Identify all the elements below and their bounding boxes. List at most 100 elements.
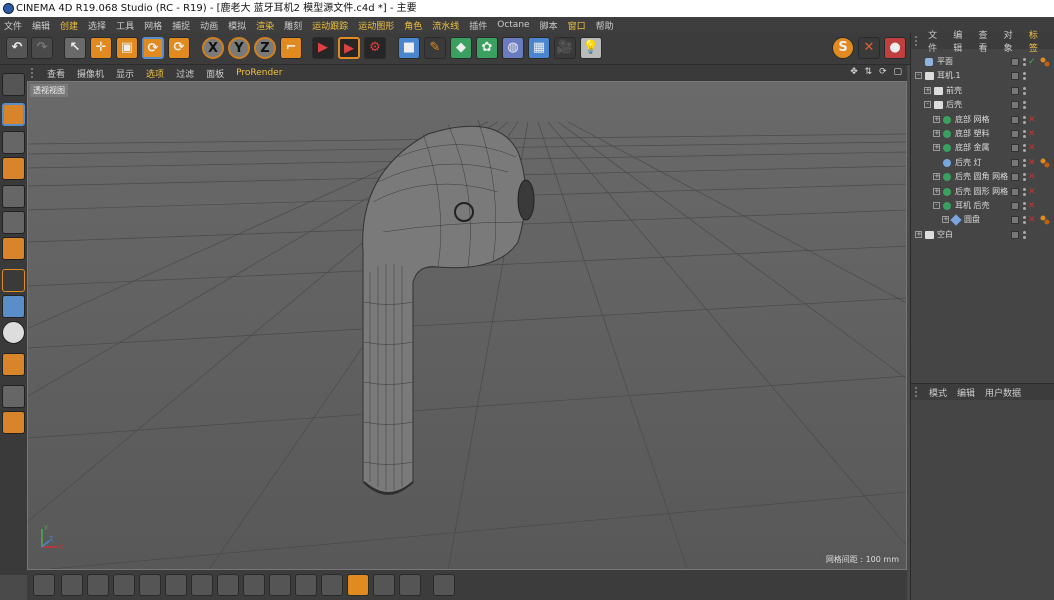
render-visibility-dot[interactable] — [1023, 207, 1026, 210]
object-row[interactable]: - 耳机.1 — [911, 69, 1054, 83]
editor-visibility-dot[interactable] — [1023, 202, 1026, 205]
layout-icon[interactable]: ● — [884, 37, 906, 59]
edges-mode-icon[interactable] — [2, 211, 25, 234]
layer-tag-icon[interactable] — [1011, 173, 1019, 182]
render-visibility-dot[interactable] — [1023, 221, 1026, 225]
recent-tool-icon[interactable]: ⟳ — [168, 37, 190, 59]
mirror-icon[interactable] — [61, 574, 83, 596]
editor-visibility-dot[interactable] — [1023, 86, 1026, 90]
editor-visibility-dot[interactable] — [1023, 173, 1026, 177]
rotate-icon[interactable]: ⟳ — [142, 37, 164, 59]
viewport-menu-filter[interactable]: 过滤 — [176, 67, 194, 80]
disabled-x-icon[interactable]: ✕ — [1028, 199, 1036, 213]
object-row[interactable]: + 空白 — [911, 228, 1054, 242]
editor-visibility-dot[interactable] — [1023, 216, 1026, 220]
render-visibility-dot[interactable] — [1023, 135, 1026, 138]
scale-icon[interactable]: ▣ — [116, 37, 138, 59]
redo-icon[interactable]: ↷ — [31, 37, 53, 59]
render-visibility-dot[interactable] — [1023, 178, 1026, 182]
editor-visibility-dot[interactable] — [1023, 144, 1026, 148]
menu-simulate[interactable]: 模拟 — [228, 19, 246, 32]
render-visibility-dot[interactable] — [1023, 77, 1026, 81]
object-row[interactable]: + 底部 金属 ✕ — [911, 141, 1054, 155]
editor-visibility-dot[interactable] — [1023, 101, 1026, 105]
render-picture-viewer-icon[interactable]: ▶ — [338, 37, 360, 59]
tab-file[interactable]: 文件 — [928, 28, 943, 54]
make-editable-icon[interactable] — [2, 73, 25, 96]
enabled-check-icon[interactable]: ✓ — [1028, 55, 1036, 69]
camera-icon[interactable]: 🎥 — [554, 37, 576, 59]
cube-end-icon[interactable] — [433, 574, 455, 596]
render-visibility-dot[interactable] — [1023, 149, 1026, 153]
render-visibility-dot[interactable] — [1023, 120, 1026, 124]
arrow-right-icon[interactable] — [321, 574, 343, 596]
z-axis-lock-icon[interactable]: Z — [254, 37, 276, 59]
object-row[interactable]: + 前壳 — [911, 84, 1054, 98]
layer-tag-icon[interactable] — [1011, 230, 1019, 239]
layer-tag-icon[interactable] — [1011, 144, 1019, 153]
disabled-x-icon[interactable]: ✕ — [1028, 113, 1036, 127]
editor-visibility-dot[interactable] — [1023, 58, 1026, 61]
cube-wire-icon[interactable] — [373, 574, 395, 596]
viewport-nav-icons[interactable]: ✥ ⇅ ⟳ ▢ — [850, 67, 904, 77]
render-visibility-dot[interactable] — [1023, 106, 1026, 110]
cube-outline-4-icon[interactable] — [217, 574, 239, 596]
cube-outline-icon[interactable] — [87, 574, 109, 596]
layer-tag-icon[interactable] — [1011, 115, 1019, 124]
panel-grip[interactable] — [31, 68, 39, 78]
locked-workplane-icon[interactable] — [2, 411, 25, 434]
viewport-menu-camera[interactable]: 摄像机 — [77, 67, 104, 80]
snap-s-icon[interactable] — [2, 321, 25, 344]
object-row[interactable]: + 底部 网格 ✕ — [911, 113, 1054, 127]
render-view-icon[interactable]: ▶ — [312, 37, 334, 59]
arrows-icon[interactable] — [295, 574, 317, 596]
render-visibility-dot[interactable] — [1023, 192, 1026, 196]
deformer-icon[interactable]: ◍ — [502, 37, 524, 59]
tree-toggle-icon[interactable]: + — [915, 230, 922, 238]
menu-file[interactable]: 文件 — [4, 19, 22, 32]
object-row[interactable]: + 圆盘 ✕ — [911, 213, 1054, 227]
light-icon[interactable]: 💡 — [580, 37, 602, 59]
polygons-mode-icon[interactable] — [2, 237, 25, 260]
tree-toggle-icon[interactable]: + — [933, 173, 940, 181]
menu-plugins[interactable]: 插件 — [469, 19, 487, 32]
cube-outline-3-icon[interactable] — [139, 574, 161, 596]
disabled-x-icon[interactable]: ✕ — [1028, 127, 1036, 141]
move-icon[interactable]: ✛ — [90, 37, 112, 59]
menu-select[interactable]: 选择 — [88, 19, 106, 32]
render-visibility-dot[interactable] — [1023, 63, 1026, 66]
menu-snap[interactable]: 捕捉 — [172, 19, 190, 32]
disabled-x-icon[interactable]: ✕ — [1028, 141, 1036, 155]
menu-window[interactable]: 窗口 — [568, 19, 586, 32]
tab-edit[interactable]: 编辑 — [953, 28, 968, 54]
workplane-lock-icon[interactable] — [2, 385, 25, 408]
tab-tags[interactable]: 标签 — [1029, 28, 1044, 54]
layer-tag-icon[interactable] — [1011, 158, 1019, 167]
editor-visibility-dot[interactable] — [1023, 187, 1026, 191]
coordinate-system-icon[interactable]: ⌐ — [280, 37, 302, 59]
menu-octane[interactable]: Octane — [497, 20, 529, 30]
menu-character[interactable]: 角色 — [404, 19, 422, 32]
tree-toggle-icon[interactable]: - — [924, 101, 931, 109]
disabled-x-icon[interactable]: ✕ — [1028, 170, 1036, 184]
layer-tag-icon[interactable] — [1011, 72, 1019, 81]
render-settings-icon[interactable]: ⚙ — [364, 37, 386, 59]
attr-panel-grip[interactable] — [915, 387, 923, 397]
object-row[interactable]: + 后壳 圆形 网格 ✕ — [911, 185, 1054, 199]
magnet-icon[interactable] — [2, 353, 25, 376]
tree-toggle-icon[interactable]: + — [942, 216, 949, 224]
menu-animate[interactable]: 动画 — [200, 19, 218, 32]
attr-tab-mode[interactable]: 模式 — [929, 386, 947, 399]
texture-mode-icon[interactable] — [2, 131, 25, 154]
object-row[interactable]: - 耳机 后壳 ✕ — [911, 199, 1054, 213]
tweak-mode-icon[interactable] — [2, 295, 25, 318]
menu-render[interactable]: 渲染 — [256, 19, 274, 32]
menu-pipeline[interactable]: 流水线 — [432, 19, 459, 32]
object-row[interactable]: + 底部 塑料 ✕ — [911, 127, 1054, 141]
material-tag-icon[interactable] — [1040, 215, 1050, 225]
tree-toggle-icon[interactable]: - — [933, 202, 940, 209]
perspective-viewport[interactable]: 透视视图 Y Z X 网格间距 : 100 mm — [27, 81, 907, 570]
render-visibility-dot[interactable] — [1023, 163, 1026, 167]
undo-icon[interactable]: ↶ — [6, 37, 28, 59]
pen-spline-icon[interactable]: ✎ — [424, 37, 446, 59]
